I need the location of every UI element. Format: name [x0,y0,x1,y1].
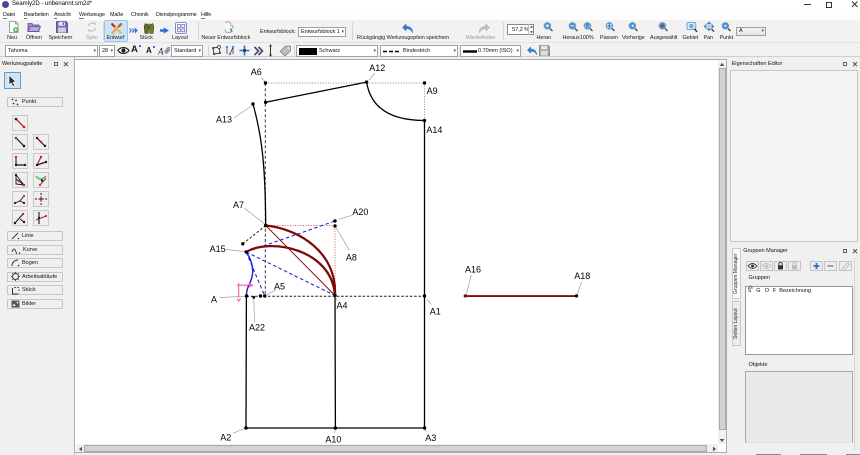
svg-text:A15: A15 [210,244,226,254]
svg-text:A10: A10 [325,434,341,443]
svg-text:A8: A8 [346,252,357,262]
svg-text:A2: A2 [220,432,231,442]
svg-text:A4: A4 [337,301,348,311]
svg-text:A1: A1 [430,307,441,317]
svg-text:1:1: 1:1 [585,23,591,28]
svg-text:A12: A12 [369,63,385,73]
svg-text:A18: A18 [574,271,590,281]
svg-text:A9: A9 [427,86,438,96]
svg-text:A5: A5 [274,282,285,292]
svg-text:A7: A7 [233,200,244,210]
svg-text:A13: A13 [216,114,232,124]
svg-text:A3: A3 [425,433,436,443]
svg-text:A6: A6 [251,67,262,77]
svg-text:A20: A20 [352,207,368,217]
svg-text:A16: A16 [465,265,481,275]
svg-text:A14: A14 [426,125,442,135]
svg-text:A22: A22 [249,323,265,333]
svg-text:A: A [211,295,217,305]
svg-text:A: A [158,47,164,57]
